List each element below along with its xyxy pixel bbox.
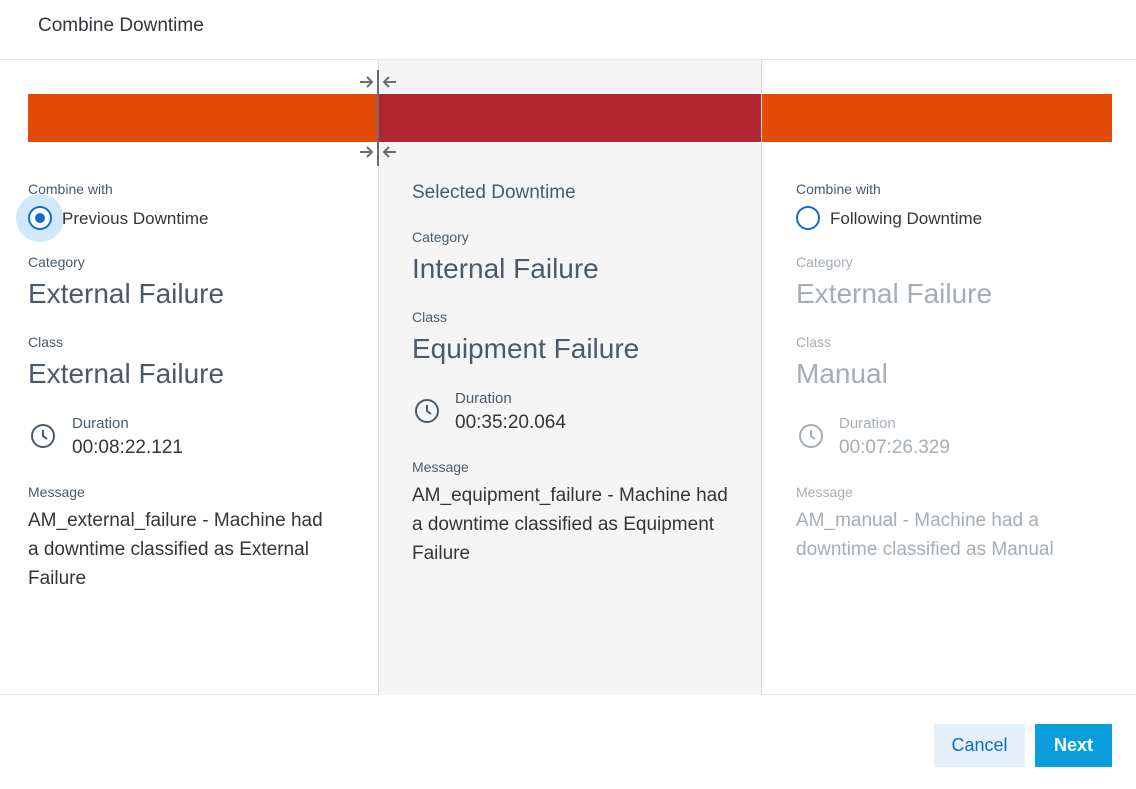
dialog-header: Combine Downtime	[0, 0, 1136, 60]
message-label: Message	[28, 484, 85, 500]
category-label: Category	[28, 254, 85, 270]
merge-arrows-icon	[360, 146, 396, 158]
next-button[interactable]: Next	[1035, 724, 1112, 767]
category-value: Internal Failure	[412, 253, 599, 284]
previous-downtime-radio[interactable]: Previous Downtime	[16, 194, 258, 242]
message-text: AM_equipment_failure - Machine had a dow…	[412, 485, 728, 564]
category-value: External Failure	[796, 278, 993, 309]
selected-panel-background	[378, 60, 762, 695]
class-value: Manual	[796, 358, 888, 389]
message-text: AM_manual - Machine had a downtime class…	[796, 510, 1054, 560]
category-value: External Failure	[28, 278, 225, 309]
dialog-footer: Cancel Next	[0, 696, 1136, 789]
message-label: Message	[796, 484, 853, 500]
cancel-button[interactable]: Cancel	[934, 724, 1025, 767]
radio-button-unchecked[interactable]	[796, 206, 820, 230]
dialog-title: Combine Downtime	[38, 15, 204, 36]
clock-icon	[799, 424, 823, 448]
class-label: Class	[412, 309, 448, 325]
class-value: Equipment Failure	[412, 333, 640, 364]
duration-label: Duration	[72, 415, 129, 432]
radio-button-checked[interactable]	[28, 206, 52, 230]
merge-arrows-icon	[360, 76, 396, 88]
duration-value: 00:35:20.064	[455, 412, 566, 433]
selected-downtime-bar	[379, 94, 761, 142]
class-label: Class	[28, 334, 64, 350]
following-downtime-radio[interactable]: Following Downtime	[796, 196, 1026, 240]
duration-label: Duration	[839, 415, 896, 432]
following-downtime-label: Following Downtime	[830, 209, 983, 228]
category-label: Category	[412, 229, 469, 245]
combine-with-label: Combine with	[796, 181, 881, 197]
dialog-body: Combine with Previous Downtime Category …	[0, 60, 1136, 695]
message-text: AM_external_failure - Machine had a down…	[28, 510, 323, 589]
clock-icon	[31, 424, 55, 448]
duration-value: 00:07:26.329	[839, 437, 950, 458]
selected-downtime-title: Selected Downtime	[412, 182, 576, 203]
radio-dot	[35, 213, 45, 223]
duration-label: Duration	[455, 390, 512, 407]
clock-icon	[415, 399, 439, 423]
category-label: Category	[796, 254, 853, 270]
duration-value: 00:08:22.121	[72, 437, 183, 458]
previous-downtime-label: Previous Downtime	[62, 209, 209, 228]
class-value: External Failure	[28, 358, 225, 389]
previous-downtime-bar	[28, 94, 378, 142]
message-label: Message	[412, 459, 469, 475]
class-label: Class	[796, 334, 832, 350]
following-downtime-bar	[762, 94, 1112, 142]
